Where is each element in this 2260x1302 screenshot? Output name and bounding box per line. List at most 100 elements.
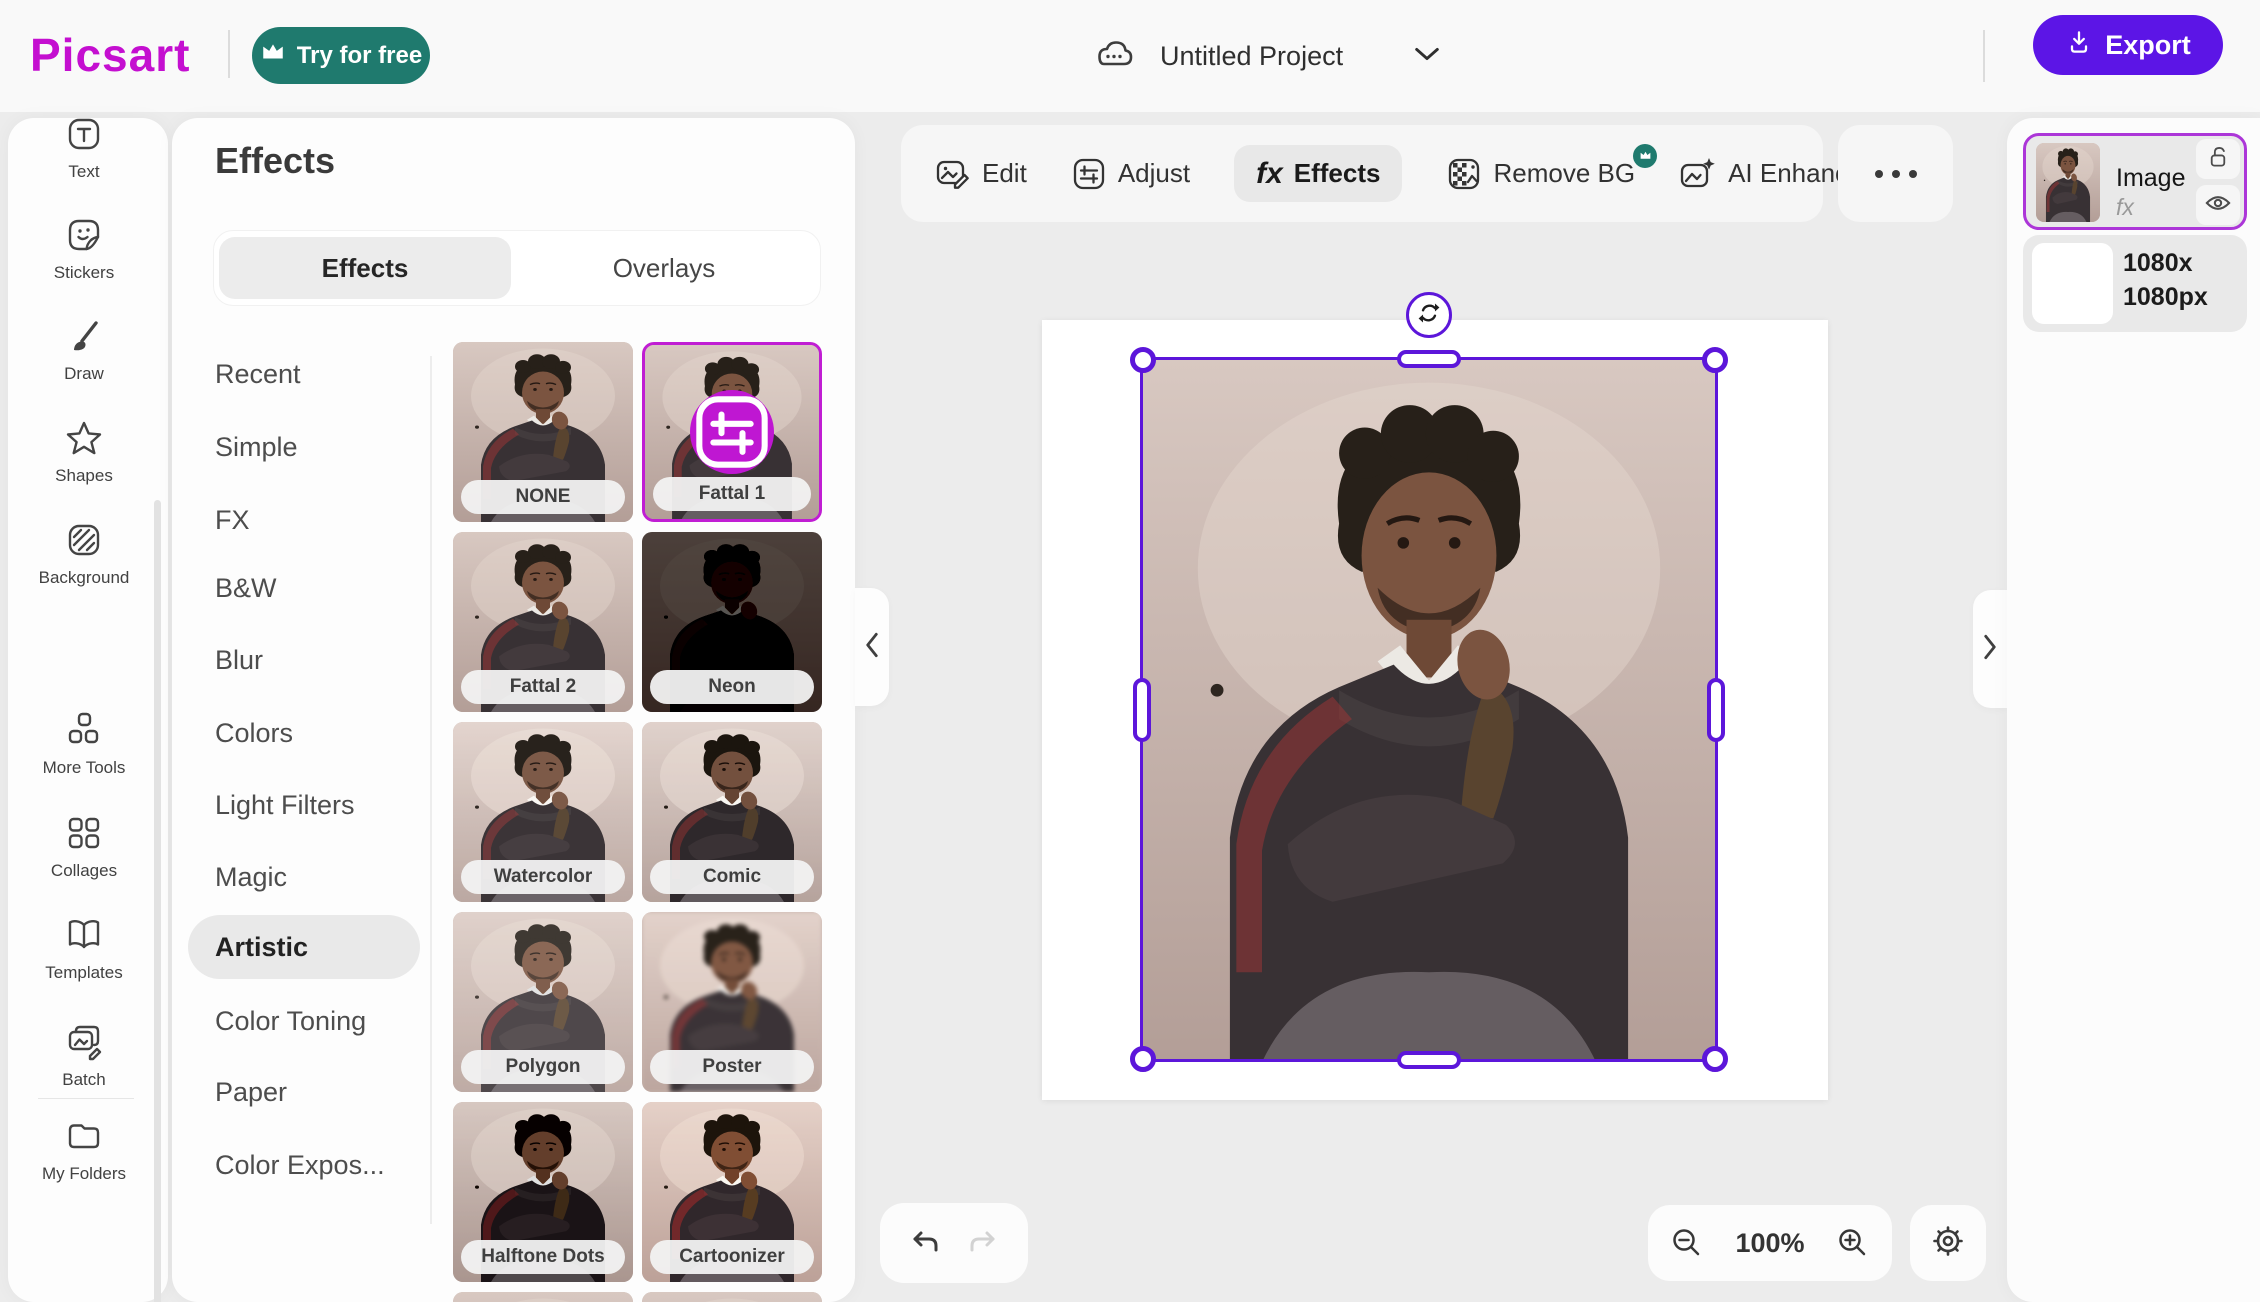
export-button[interactable]: Export xyxy=(2033,15,2223,75)
category-b-w[interactable]: B&W xyxy=(215,570,277,606)
effect-thumbnail-partial[interactable] xyxy=(642,1292,822,1302)
chevron-down-icon[interactable] xyxy=(1413,46,1441,67)
effect-thumbnail-poster[interactable]: Poster xyxy=(642,912,822,1092)
resize-handle-bottom-left[interactable] xyxy=(1130,1046,1156,1072)
effect-thumbnail-halftone-dots[interactable]: Halftone Dots xyxy=(453,1102,633,1282)
effect-thumbnail-polygon[interactable]: Polygon xyxy=(453,912,633,1092)
sidebar-item-label: Shapes xyxy=(8,466,160,486)
export-label: Export xyxy=(2105,30,2191,61)
sidebar-item-label: Draw xyxy=(8,364,160,384)
effect-thumbnail-watercolor[interactable]: Watercolor xyxy=(453,722,633,902)
sidebar-item-label: Stickers xyxy=(8,263,160,283)
more-tools-button[interactable] xyxy=(1838,125,1953,222)
sidebar-item-templates[interactable]: Templates xyxy=(8,916,160,983)
toggle-visibility-button[interactable] xyxy=(2196,185,2240,225)
undo-button[interactable] xyxy=(907,1226,943,1260)
tab-overlays[interactable]: Overlays xyxy=(514,237,814,299)
sidebar-item-label: Text xyxy=(8,162,160,182)
canvas-settings-button[interactable] xyxy=(1910,1205,1986,1281)
zoom-level[interactable]: 100% xyxy=(1735,1228,1804,1259)
category-paper[interactable]: Paper xyxy=(215,1074,287,1110)
edit-icon xyxy=(935,156,971,192)
adjust-icon xyxy=(1071,156,1107,192)
resize-handle-right[interactable] xyxy=(1707,678,1725,742)
sidebar-item-my-folders[interactable]: My Folders xyxy=(8,1117,160,1184)
topbar-divider xyxy=(228,30,230,78)
resize-handle-top-left[interactable] xyxy=(1130,347,1156,373)
draw-icon xyxy=(8,317,160,360)
picsart-logo[interactable]: Picsart xyxy=(30,28,190,82)
effect-settings-badge[interactable] xyxy=(690,390,774,474)
effect-thumbnail-partial[interactable] xyxy=(453,1292,633,1302)
sidebar-item-draw[interactable]: Draw xyxy=(8,317,160,384)
category-simple[interactable]: Simple xyxy=(215,429,298,465)
project-title-control[interactable]: Untitled Project xyxy=(1090,0,1441,112)
rotate-handle[interactable] xyxy=(1406,292,1452,338)
effect-name: Neon xyxy=(650,670,814,704)
edit-toolbar: EditAdjustfxEffectsRemove BGAI Enhance xyxy=(901,125,1823,222)
layer-fx-tag: fx xyxy=(2116,194,2134,221)
category-blur[interactable]: Blur xyxy=(215,642,263,678)
background-icon xyxy=(8,521,160,564)
resize-handle-top[interactable] xyxy=(1397,350,1461,368)
category-recent[interactable]: Recent xyxy=(215,356,301,392)
sidebar-item-label: My Folders xyxy=(8,1164,160,1184)
effect-thumbnail-comic[interactable]: Comic xyxy=(642,722,822,902)
layer-card-artboard[interactable]: 1080x 1080px xyxy=(2023,235,2247,332)
category-color-toning[interactable]: Color Toning xyxy=(215,1003,366,1039)
sidebar-item-stickers[interactable]: Stickers xyxy=(8,216,160,283)
zoom-in-button[interactable] xyxy=(1836,1226,1870,1260)
toolbar-effects-button[interactable]: fxEffects xyxy=(1234,145,1402,202)
effect-name: NONE xyxy=(461,480,625,514)
effect-name: Fattal 2 xyxy=(461,670,625,704)
lock-open-icon xyxy=(2207,145,2229,174)
sidebar-item-background[interactable]: Background xyxy=(8,521,160,588)
zoom-out-button[interactable] xyxy=(1670,1226,1704,1260)
resize-handle-top-right[interactable] xyxy=(1702,347,1728,373)
toolbar-label: Effects xyxy=(1294,158,1381,189)
chevron-right-icon xyxy=(1982,632,1998,667)
tab-effects[interactable]: Effects xyxy=(219,237,511,299)
collapse-left-panel-button[interactable] xyxy=(855,588,889,706)
sidebar-item-batch[interactable]: Batch xyxy=(8,1023,160,1090)
sidebar-item-collages[interactable]: Collages xyxy=(8,814,160,881)
gear-icon xyxy=(1929,1222,1967,1265)
premium-crown-badge xyxy=(1633,144,1657,168)
resize-handle-bottom-right[interactable] xyxy=(1702,1046,1728,1072)
project-title: Untitled Project xyxy=(1160,41,1343,72)
effect-thumbnail-cartoonizer[interactable]: Cartoonizer xyxy=(642,1102,822,1282)
sidebar-scrollbar[interactable] xyxy=(154,500,161,1302)
lock-layer-button[interactable] xyxy=(2196,139,2240,179)
sidebar-item-text[interactable]: Text xyxy=(8,115,160,182)
my-folders-icon xyxy=(8,1117,160,1160)
effect-thumbnail-neon[interactable]: Neon xyxy=(642,532,822,712)
history-controls xyxy=(880,1203,1028,1283)
sidebar-item-shapes[interactable]: Shapes xyxy=(8,419,160,486)
try-for-free-label: Try for free xyxy=(297,42,422,70)
sidebar-item-more-tools[interactable]: More Tools xyxy=(8,711,160,778)
effect-thumbnail-none[interactable]: NONE xyxy=(453,342,633,522)
effect-thumbnail-fattal-2[interactable]: Fattal 2 xyxy=(453,532,633,712)
category-color-expos-[interactable]: Color Expos... xyxy=(215,1147,385,1183)
try-for-free-button[interactable]: Try for free xyxy=(252,27,430,84)
effect-thumbnail-fattal-1[interactable]: Fattal 1 xyxy=(642,342,822,522)
category-artistic[interactable]: Artistic xyxy=(215,929,308,965)
redo-button[interactable] xyxy=(965,1226,1001,1260)
effect-name: Cartoonizer xyxy=(650,1240,814,1274)
toolbar-adjust-button[interactable]: Adjust xyxy=(1071,156,1190,192)
resize-handle-bottom[interactable] xyxy=(1397,1051,1461,1069)
category-light-filters[interactable]: Light Filters xyxy=(215,787,355,823)
category-magic[interactable]: Magic xyxy=(215,859,287,895)
toolbar-ai-enhance-button[interactable]: AI Enhance xyxy=(1679,156,1862,192)
templates-icon xyxy=(8,916,160,959)
toolbar-edit-button[interactable]: Edit xyxy=(935,156,1027,192)
layer-card-image[interactable]: Image fx xyxy=(2023,133,2247,230)
resize-handle-left[interactable] xyxy=(1133,678,1151,742)
collapse-right-panel-button[interactable] xyxy=(1973,590,2007,708)
effect-name: Polygon xyxy=(461,1050,625,1084)
category-fx[interactable]: FX xyxy=(215,502,250,538)
toolbar-remove-bg-button[interactable]: Remove BG xyxy=(1446,156,1635,192)
effects-panel-title: Effects xyxy=(215,140,335,182)
artboard-size-line1: 1080x xyxy=(2123,249,2193,278)
category-colors[interactable]: Colors xyxy=(215,715,293,751)
